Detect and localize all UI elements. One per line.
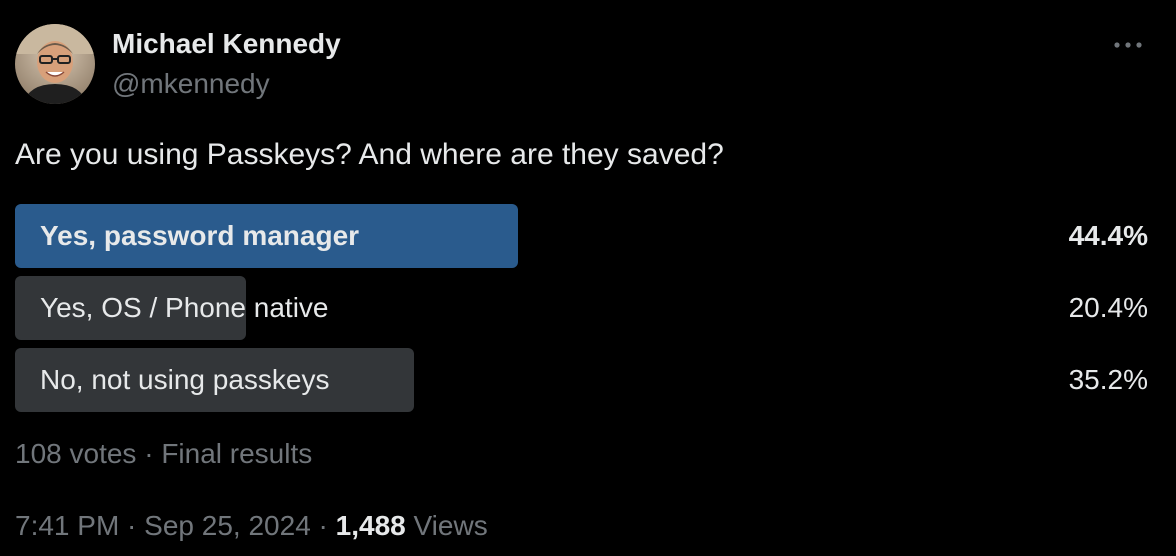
poll-option-label: No, not using passkeys [40, 364, 330, 395]
poll-option-percent: 35.2% [1068, 364, 1148, 395]
views-label: Views [405, 510, 488, 541]
avatar[interactable] [15, 24, 95, 104]
ellipsis-icon [1114, 42, 1142, 48]
poll-option-label: Yes, password manager [40, 220, 360, 251]
poll-option-percent: 44.4% [1068, 220, 1148, 251]
tweet-text: Are you using Passkeys? And where are th… [15, 138, 724, 171]
author-handle[interactable]: @mkennedy [112, 68, 270, 100]
tweet-date[interactable]: Sep 25, 2024 [144, 510, 311, 541]
poll-votes: 108 votes [15, 438, 137, 469]
meta-separator-2: · [310, 510, 336, 541]
more-options-button[interactable] [1108, 30, 1148, 60]
poll-option: Yes, password manager 44.4% [15, 204, 1148, 268]
tweet-meta: 7:41 PM · Sep 25, 2024 · 1,488 Views [15, 510, 488, 542]
poll-option-label: Yes, OS / Phone native [40, 292, 329, 323]
views-count: 1,488 [335, 510, 406, 541]
meta-separator: · [119, 510, 145, 541]
poll-meta: 108 votes · Final results [15, 438, 312, 470]
poll-option: No, not using passkeys 35.2% [15, 348, 1148, 412]
poll-status: Final results [161, 438, 313, 469]
author-name[interactable]: Michael Kennedy [112, 28, 341, 60]
tweet-time[interactable]: 7:41 PM [15, 510, 119, 541]
poll-option: Yes, OS / Phone native 20.4% [15, 276, 1148, 340]
poll-meta-separator: · [136, 438, 162, 469]
poll-option-percent: 20.4% [1068, 292, 1148, 323]
person-avatar-icon [15, 24, 95, 104]
